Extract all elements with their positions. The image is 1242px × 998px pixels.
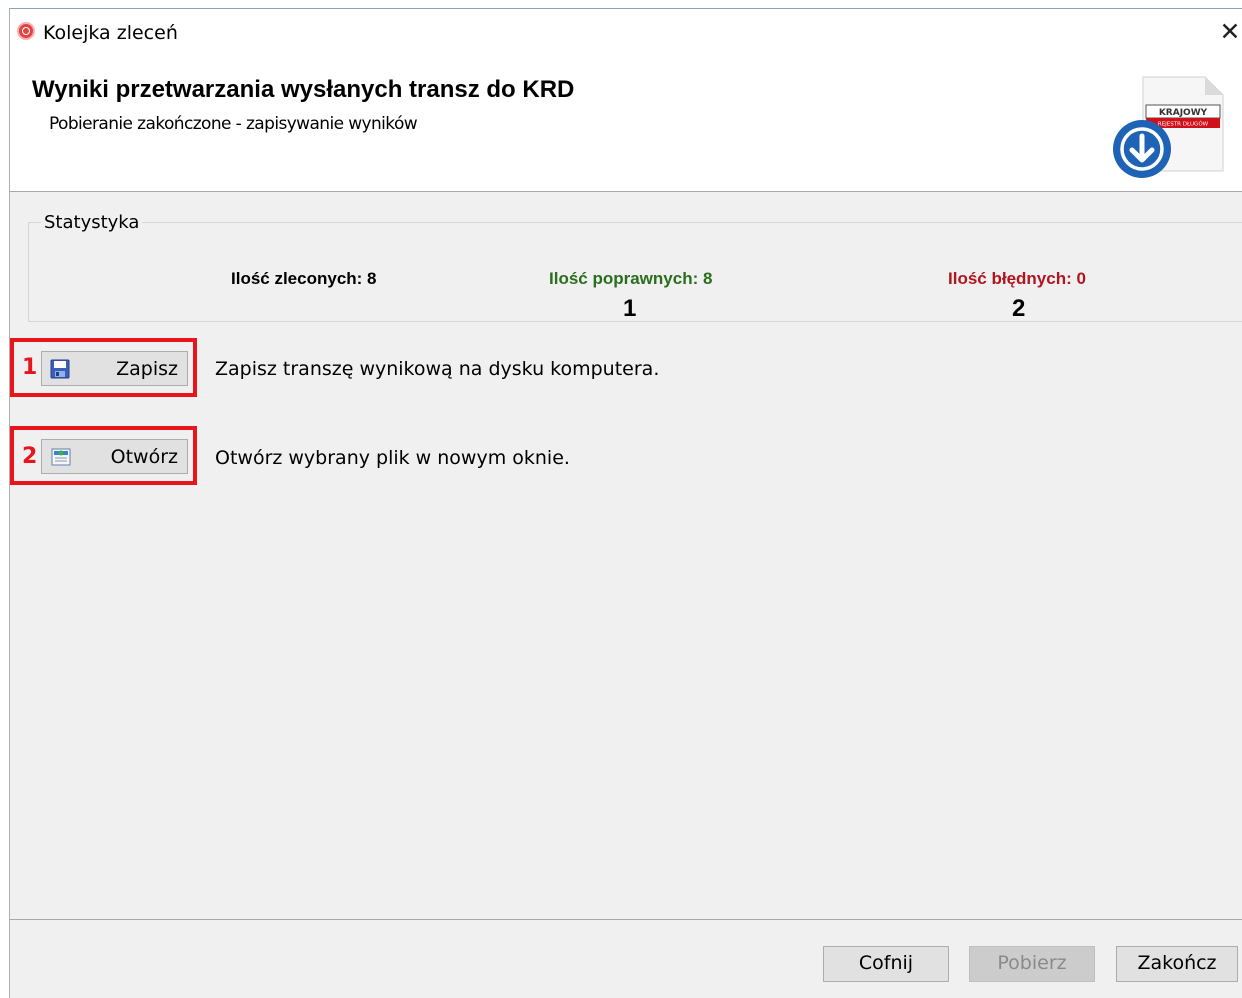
correct-count: Ilość poprawnych: 8: [549, 269, 713, 288]
open-description: Otwórz wybrany plik w nowym oknie.: [215, 447, 570, 469]
open-button[interactable]: Otwórz: [41, 439, 188, 474]
wizard-header: Wyniki przetwarzania wysłanych transz do…: [10, 57, 1242, 192]
close-icon[interactable]: ✕: [1218, 19, 1242, 45]
annotation-marker-1: 1: [623, 295, 637, 322]
krd-download-logo: KRAJOWY REJESTR DŁUGÓW: [1113, 76, 1224, 178]
dialog-window: Kolejka zleceń ✕ Wyniki przetwarzania wy…: [9, 8, 1242, 998]
statistics-legend: Statystyka: [41, 212, 143, 234]
app-icon: [17, 22, 35, 40]
back-button[interactable]: Cofnij: [823, 946, 949, 982]
open-button-label: Otwórz: [110, 446, 178, 468]
open-file-icon: [51, 448, 71, 466]
floppy-disk-icon: [50, 359, 70, 379]
save-description: Zapisz transzę wynikową na dysku kompute…: [215, 358, 660, 380]
errors-count: Ilość błędnych: 0: [948, 269, 1086, 288]
highlight-number-2: 2: [22, 444, 38, 469]
annotation-marker-2: 2: [1012, 295, 1026, 322]
highlight-number-1: 1: [22, 355, 38, 380]
logo-text-top: KRAJOWY: [1159, 108, 1208, 118]
ordered-count: Ilość zleconych: 8: [231, 269, 377, 288]
download-button[interactable]: Pobierz: [969, 946, 1095, 982]
statistics-group: Statystyka Ilość zleconych: 8 Ilość popr…: [28, 212, 1242, 322]
title-bar: Kolejka zleceń ✕: [10, 9, 1242, 57]
save-button-label: Zapisz: [116, 358, 178, 380]
logo-text-bottom: REJESTR DŁUGÓW: [1158, 121, 1209, 128]
save-button[interactable]: Zapisz: [41, 351, 188, 386]
finish-button[interactable]: Zakończ: [1116, 946, 1238, 982]
page-title: Wyniki przetwarzania wysłanych transz do…: [32, 76, 575, 103]
footer-divider: [10, 919, 1242, 920]
page-subtitle: Pobieranie zakończone - zapisywanie wyni…: [49, 114, 418, 134]
window-title: Kolejka zleceń: [43, 22, 178, 44]
